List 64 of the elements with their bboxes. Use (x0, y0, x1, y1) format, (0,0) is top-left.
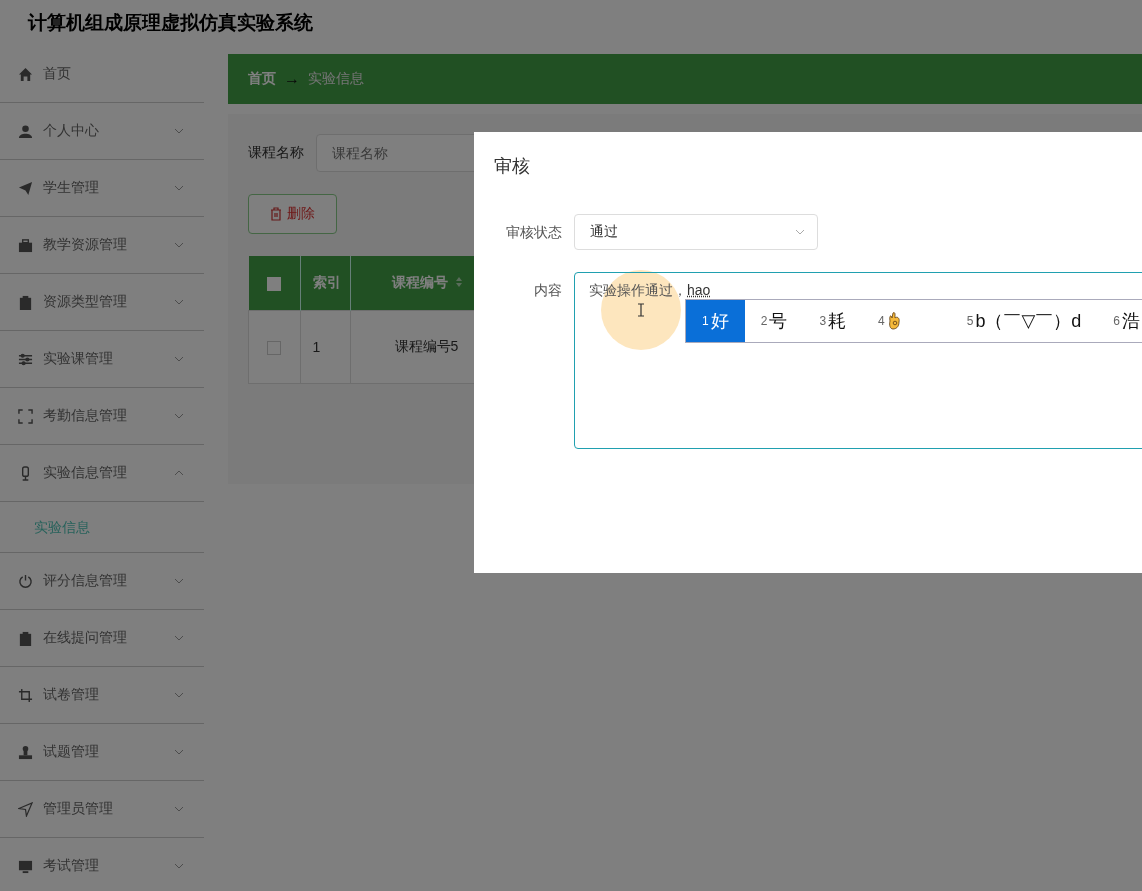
frame-icon (18, 408, 33, 424)
clipboard-icon (18, 630, 33, 646)
chevron-icon (174, 128, 184, 134)
sliders-icon (18, 351, 33, 367)
sidebar-item[interactable]: 评分信息管理 (0, 553, 204, 610)
chevron-icon (174, 578, 184, 584)
chevron-icon (174, 863, 184, 869)
ime-candidate[interactable]: 3耗 (803, 300, 863, 342)
text-cursor-icon (637, 303, 645, 317)
monitor-icon (18, 858, 33, 874)
chevron-icon (174, 806, 184, 812)
content-textarea[interactable]: 实验操作通过，hao 1 好 2号 3耗 4 5 b（￣▽￣）d 6浩 (574, 272, 1142, 449)
sidebar-item[interactable]: 个人中心 (0, 103, 204, 160)
sidebar-item[interactable]: 首页 (0, 46, 204, 103)
chevron-icon (174, 185, 184, 191)
delete-button[interactable]: 删除 (248, 194, 337, 234)
chevron-icon (174, 470, 184, 476)
sidebar-item[interactable]: 管理员管理 (0, 781, 204, 838)
ime-candidate[interactable]: 5 b（￣▽￣）d (950, 300, 1098, 342)
sidebar-item[interactable]: 在线提问管理 (0, 610, 204, 667)
sidebar-item[interactable]: 实验课管理 (0, 331, 204, 388)
ime-candidate[interactable]: 2号 (744, 300, 804, 342)
breadcrumb-separator: → (284, 70, 300, 88)
clipboard-icon (18, 294, 33, 310)
breadcrumb-link[interactable]: 首页 (248, 70, 276, 88)
briefcase-icon (18, 237, 33, 253)
sidebar-item[interactable]: 考勤信息管理 (0, 388, 204, 445)
submenu-item[interactable]: 实验信息 (0, 502, 204, 552)
table-cell: 1 (300, 310, 350, 384)
send-icon (18, 180, 33, 196)
user-icon (18, 123, 33, 139)
stamp-icon (18, 744, 33, 760)
status-select[interactable]: 通过 (574, 214, 818, 250)
sidebar-item[interactable]: 教学资源管理 (0, 217, 204, 274)
ime-candidate[interactable]: 6浩 (1097, 300, 1142, 342)
crop-icon (18, 687, 33, 703)
chevron-icon (174, 749, 184, 755)
app-title: 计算机组成原理虚拟仿真实验系统 (28, 12, 313, 33)
chevron-icon (174, 635, 184, 641)
sidebar-item[interactable]: 试卷管理 (0, 667, 204, 724)
field-label: 内容 (533, 281, 563, 300)
sidebar-item[interactable]: 资源类型管理 (0, 274, 204, 331)
search-label: 课程名称 (248, 144, 304, 162)
sidebar-item[interactable]: 试题管理 (0, 724, 204, 781)
ime-candidate[interactable]: 1 好 (686, 300, 745, 342)
chevron-icon (174, 692, 184, 698)
home-icon (18, 66, 33, 82)
field-label: 审核状态 (505, 223, 563, 242)
sidebar-item[interactable]: 学生管理 (0, 160, 204, 217)
chevron-icon (174, 356, 184, 362)
ime-candidate[interactable]: 4 (862, 300, 951, 342)
chevron-icon (174, 299, 184, 305)
send-icon (18, 801, 33, 817)
row-checkbox[interactable] (267, 341, 282, 356)
trash-icon (270, 207, 282, 221)
chevron-icon (174, 413, 184, 419)
power-icon (18, 573, 33, 589)
breadcrumb-current: 实验信息 (308, 70, 364, 88)
checkbox[interactable] (267, 277, 281, 292)
chevron-icon (795, 229, 805, 235)
column-header: 索引 (300, 256, 350, 311)
sidebar-item[interactable]: 考试管理 (0, 838, 204, 891)
sidebar-item[interactable]: 实验信息管理 (0, 445, 204, 502)
chevron-icon (174, 242, 184, 248)
